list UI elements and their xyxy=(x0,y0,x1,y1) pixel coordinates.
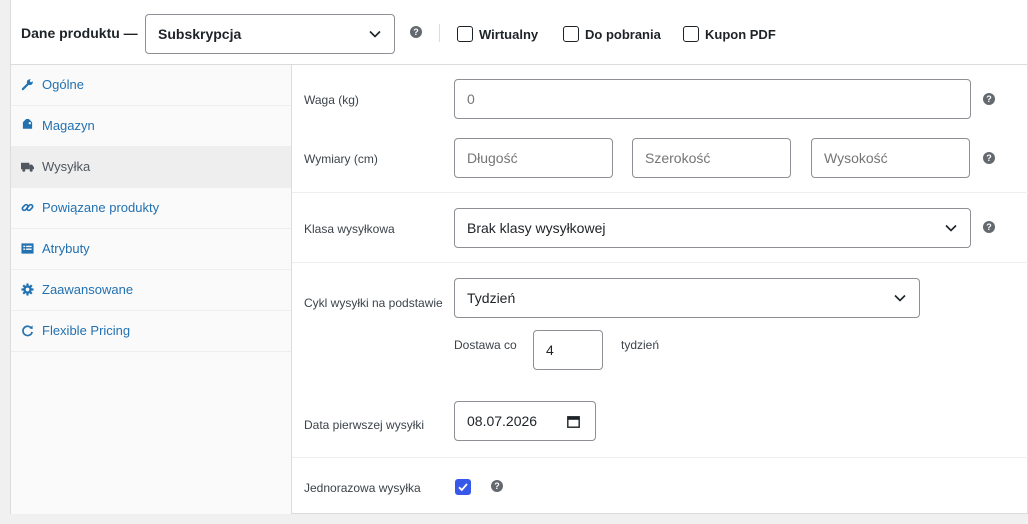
tab-advanced[interactable]: Zaawansowane xyxy=(11,270,291,311)
tab-shipping[interactable]: Wysyłka xyxy=(11,147,291,188)
product-data-header: Dane produktu — Subskrypcja ? Wirtualny … xyxy=(11,0,1028,65)
chevron-down-icon xyxy=(945,224,957,232)
refresh-icon xyxy=(22,325,33,337)
weight-input[interactable]: 0 xyxy=(454,79,971,119)
help-icon[interactable]: ? xyxy=(983,152,995,164)
height-placeholder: Wysokość xyxy=(824,150,888,166)
tab-flexible-pricing-label: Flexible Pricing xyxy=(42,323,131,338)
shipping-panel: Waga (kg) 0 ? Wymiary (cm) Długość Szero… xyxy=(292,65,1028,514)
shipping-class-label: Klasa wysyłkowa xyxy=(304,222,395,236)
tab-inventory[interactable]: Magazyn xyxy=(11,106,291,147)
product-data-panel: Dane produktu — Subskrypcja ? Wirtualny … xyxy=(10,0,1028,514)
delivery-interval-value: 4 xyxy=(546,342,554,358)
chevron-down-icon xyxy=(894,294,906,302)
tab-advanced-label: Zaawansowane xyxy=(42,282,134,297)
section-divider xyxy=(292,262,1028,263)
weight-label: Waga (kg) xyxy=(304,93,359,107)
tab-inventory-label: Magazyn xyxy=(42,118,95,133)
section-divider xyxy=(292,192,1028,193)
product-type-select[interactable]: Subskrypcja xyxy=(145,14,395,54)
width-placeholder: Szerokość xyxy=(645,150,711,166)
tab-linked-products-label: Powiązane produkty xyxy=(42,200,160,215)
header-separator xyxy=(439,24,440,42)
help-icon[interactable]: ? xyxy=(491,480,503,492)
tab-general[interactable]: Ogólne xyxy=(11,65,291,106)
delivery-unit-label: tydzień xyxy=(621,338,660,352)
dimensions-label: Wymiary (cm) xyxy=(304,152,378,166)
weight-placeholder: 0 xyxy=(467,91,475,107)
wrench-icon xyxy=(21,79,33,91)
checkmark-icon xyxy=(458,483,468,492)
delivery-interval-input[interactable]: 4 xyxy=(533,330,603,370)
tag-icon xyxy=(22,119,33,129)
downloadable-label: Do pobrania xyxy=(585,27,661,42)
tab-flexible-pricing[interactable]: Flexible Pricing xyxy=(11,311,291,352)
delivery-every-label: Dostawa co xyxy=(454,338,517,352)
truck-icon xyxy=(21,162,34,172)
tab-general-label: Ogólne xyxy=(42,77,84,92)
first-shipping-date-input[interactable]: 08.07.2026 xyxy=(454,401,596,441)
product-type-value: Subskrypcja xyxy=(158,26,242,42)
pdf-coupon-label: Kupon PDF xyxy=(705,27,776,42)
section-divider xyxy=(292,457,1028,458)
length-input[interactable]: Długość xyxy=(454,138,613,178)
product-data-tabs: Ogólne Magazyn Wysyłka Powiązane produkt… xyxy=(11,65,292,514)
shipping-cycle-label: Cykl wysyłki na podstawie xyxy=(304,296,443,310)
shipping-cycle-value: Tydzień xyxy=(467,290,516,306)
help-icon[interactable]: ? xyxy=(983,93,995,105)
pdf-coupon-checkbox[interactable] xyxy=(683,26,699,42)
virtual-checkbox[interactable] xyxy=(457,26,473,42)
length-placeholder: Długość xyxy=(467,150,518,166)
tab-linked-products[interactable]: Powiązane produkty xyxy=(11,188,291,229)
calendar-icon[interactable] xyxy=(567,415,580,428)
first-shipping-date-label: Data pierwszej wysyłki xyxy=(304,418,425,432)
one-time-shipping-checkbox[interactable] xyxy=(455,479,471,495)
first-shipping-date-value: 08.07.2026 xyxy=(467,413,538,429)
product-data-title: Dane produktu — xyxy=(21,25,138,41)
virtual-label: Wirtualny xyxy=(479,27,539,42)
height-input[interactable]: Wysokość xyxy=(811,138,970,178)
help-icon[interactable]: ? xyxy=(410,26,422,38)
help-icon[interactable]: ? xyxy=(983,221,995,233)
tab-attributes-label: Atrybuty xyxy=(42,241,90,256)
chevron-down-icon xyxy=(369,30,381,38)
tab-attributes[interactable]: Atrybuty xyxy=(11,229,291,270)
tab-shipping-label: Wysyłka xyxy=(42,159,91,174)
link-icon xyxy=(21,203,34,212)
gear-icon xyxy=(21,283,34,296)
one-time-shipping-label: Jednorazowa wysyłka xyxy=(304,481,421,495)
shipping-class-value: Brak klasy wysyłkowej xyxy=(467,220,606,236)
shipping-cycle-select[interactable]: Tydzień xyxy=(454,278,920,318)
list-icon xyxy=(21,243,34,254)
shipping-class-select[interactable]: Brak klasy wysyłkowej xyxy=(454,208,971,248)
downloadable-checkbox[interactable] xyxy=(563,26,579,42)
width-input[interactable]: Szerokość xyxy=(632,138,791,178)
